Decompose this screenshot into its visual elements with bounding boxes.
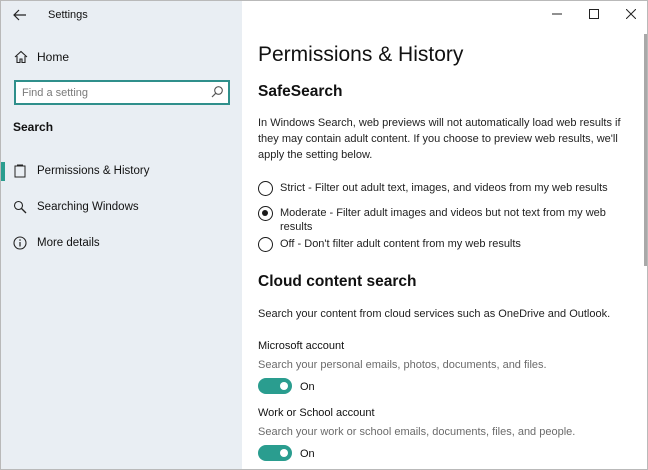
app-title: Settings xyxy=(48,9,88,21)
main-content: Permissions & History SafeSearch In Wind… xyxy=(242,1,647,469)
microsoft-account-title: Microsoft account xyxy=(258,340,345,352)
toggle-state-label: On xyxy=(300,381,315,393)
page-title: Permissions & History xyxy=(258,43,464,66)
microsoft-account-description: Search your personal emails, photos, doc… xyxy=(258,359,547,371)
sidebar-item-label: More details xyxy=(37,237,100,249)
toggle-state-label: On xyxy=(300,448,315,460)
search-icon xyxy=(13,200,27,214)
find-setting-search-box[interactable] xyxy=(14,80,230,105)
work-school-account-toggle[interactable] xyxy=(258,445,292,461)
safesearch-description: In Windows Search, web previews will not… xyxy=(258,117,621,161)
radio-label[interactable]: Strict - Filter out adult text, images, … xyxy=(280,181,610,195)
find-setting-input[interactable] xyxy=(22,84,202,101)
microsoft-account-toggle[interactable] xyxy=(258,378,292,394)
safesearch-heading: SafeSearch xyxy=(258,83,343,100)
scrollbar[interactable] xyxy=(644,34,647,266)
settings-window: Settings Home Search Permissions & Histo… xyxy=(0,0,648,470)
radio-button[interactable] xyxy=(258,206,273,221)
window-controls xyxy=(538,1,647,29)
sidebar-item-label: Searching Windows xyxy=(37,201,139,213)
search-icon[interactable] xyxy=(210,85,224,99)
radio-button[interactable] xyxy=(258,181,273,196)
work-school-account-description: Search your work or school emails, docum… xyxy=(258,426,576,438)
cloud-search-heading: Cloud content search xyxy=(258,273,417,290)
home-nav-item[interactable]: Home xyxy=(1,45,242,69)
minimize-icon xyxy=(551,13,562,15)
sidebar-item-more-details[interactable]: More details xyxy=(1,230,242,256)
minimize-button[interactable] xyxy=(538,1,575,27)
radio-button[interactable] xyxy=(258,237,273,252)
home-icon xyxy=(14,50,28,64)
maximize-icon xyxy=(588,9,599,19)
active-indicator xyxy=(1,162,5,181)
home-label: Home xyxy=(37,50,70,64)
section-label: Search xyxy=(13,120,54,134)
sidebar-item-searching-windows[interactable]: Searching Windows xyxy=(1,194,242,220)
radio-label[interactable]: Moderate - Filter adult images and video… xyxy=(280,206,610,234)
back-button[interactable] xyxy=(9,5,31,25)
toggle-knob xyxy=(280,382,288,390)
work-school-account-title: Work or School account xyxy=(258,407,375,419)
cloud-search-description: Search your content from cloud services … xyxy=(258,308,611,320)
close-icon xyxy=(625,9,636,19)
back-arrow-icon xyxy=(13,9,26,21)
sidebar-item-label: Permissions & History xyxy=(37,165,150,177)
title-bar: Settings xyxy=(1,1,242,29)
radio-label[interactable]: Off - Don't filter adult content from my… xyxy=(280,237,610,251)
sidebar: Settings Home Search Permissions & Histo… xyxy=(1,1,242,469)
permissions-icon xyxy=(14,164,26,178)
sidebar-item-permissions-history[interactable]: Permissions & History xyxy=(1,158,242,184)
close-button[interactable] xyxy=(612,1,647,27)
info-icon xyxy=(13,236,27,250)
toggle-knob xyxy=(280,449,288,457)
maximize-button[interactable] xyxy=(575,1,612,27)
